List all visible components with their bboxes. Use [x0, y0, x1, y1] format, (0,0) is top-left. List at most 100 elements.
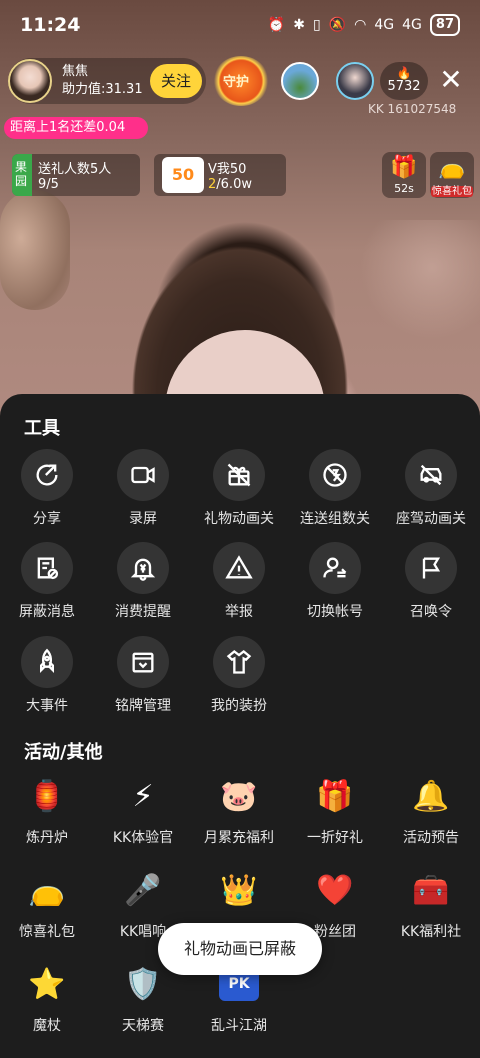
crown-icon: 👑 [220, 872, 258, 908]
tool-share[interactable]: 分享 [1, 449, 93, 528]
tool-big-events[interactable]: 大事件 [1, 636, 93, 715]
activity-label: 炼丹炉 [26, 830, 68, 846]
viewer-avatar[interactable] [336, 62, 374, 100]
activity-magic-wand[interactable]: ⭐ 魔杖 [1, 960, 93, 1035]
activity-label: 惊喜礼包 [19, 924, 75, 940]
activity-elixir-furnace[interactable]: 🏮 炼丹炉 [1, 772, 93, 847]
tool-label: 礼物动画关 [204, 511, 274, 527]
tool-label: 连送组数关 [300, 511, 370, 527]
lamp-glow [0, 190, 70, 310]
host-text: 焦焦 助力值:31.31 [62, 63, 143, 99]
pink-pet-icon: 🐷 [220, 778, 258, 814]
alarm-icon: ⏰ [267, 17, 286, 33]
activity-crown[interactable]: 👑 [193, 866, 285, 921]
signal-icon: 4G [374, 17, 395, 33]
activity-preview[interactable]: 🔔 活动预告 [385, 772, 477, 847]
flame-icon: 🔥 [396, 66, 412, 80]
activity-label: 一折好礼 [307, 830, 363, 846]
host-info-card[interactable]: 焦焦 助力值:31.31 关注 [8, 58, 206, 104]
furnace-icon: 🏮 [28, 778, 66, 814]
clock: 11:24 [20, 14, 81, 36]
red-bag-icon: 👝 [28, 872, 66, 908]
heat-value: 5732 [387, 79, 421, 94]
tool-car-animation-toggle[interactable]: 座驾动画关 [385, 449, 477, 528]
battery-icon: 87 [429, 14, 460, 36]
host-score: 助力值:31.31 [62, 82, 143, 97]
tool-block-messages[interactable]: 屏蔽消息 [1, 542, 93, 621]
gift-pack-label: 惊喜礼包 [431, 186, 473, 197]
tool-switch-account[interactable]: 切换帐号 [289, 542, 381, 621]
signal-icon: 4G [402, 17, 422, 33]
microphone-icon: 🎤 [124, 872, 162, 908]
tool-label: 切换帐号 [307, 604, 363, 620]
vip-progress: 2/6.0w [208, 177, 252, 192]
activity-label: KK福利社 [400, 924, 462, 940]
follow-button[interactable]: 关注 [150, 64, 202, 98]
chest-timer: 52s [394, 182, 414, 195]
tool-label: 分享 [33, 511, 61, 527]
task-progress: 9/5 [38, 177, 59, 192]
lightning-badge-icon: ⚡ [132, 778, 154, 814]
host-name: 焦焦 [62, 64, 89, 79]
tool-label: 我的装扮 [211, 698, 267, 714]
activity-discount-gift[interactable]: 🎁 一折好礼 [289, 772, 381, 847]
heat-counter[interactable]: 🔥 5732 [380, 62, 428, 100]
activity-label: 天梯赛 [122, 1018, 164, 1034]
rank-banner[interactable]: 距离上1名还差0.04 [4, 117, 148, 139]
tool-my-outfit[interactable]: 我的装扮 [193, 636, 285, 715]
heart-icon: ❤️ [316, 872, 354, 908]
tool-label: 屏蔽消息 [19, 604, 75, 620]
activity-kk-welfare[interactable]: 🧰 KK福利社 [385, 866, 477, 941]
tool-screen-record[interactable]: 录屏 [97, 449, 189, 528]
activity-label: 活动预告 [403, 830, 459, 846]
activity-label: 乱斗江湖 [211, 1018, 267, 1034]
tool-label: 召唤令 [410, 604, 452, 620]
tool-label: 录屏 [129, 511, 157, 527]
mute-icon: 🔕 [328, 17, 347, 33]
room-id: KK 161027548 [368, 102, 457, 116]
surprise-gift-pack[interactable]: 👝 惊喜礼包 [430, 152, 474, 198]
vip-task[interactable]: 50 V我50 2/6.0w [154, 154, 286, 196]
tool-label: 消费提醒 [115, 604, 171, 620]
orchard-task[interactable]: 果园 送礼人数5人 9/5 [12, 154, 140, 196]
chest-icon: 🎁 [390, 155, 418, 180]
activity-kk-tester[interactable]: ⚡ KK体验官 [97, 772, 189, 847]
tools-section-title: 工具 [24, 418, 60, 439]
star-wand-icon: ⭐ [28, 966, 66, 1002]
switch-account-icon [309, 542, 361, 594]
status-icons: ⏰ ✱ ▯ 🔕 ◠ 4G 4G 87 [268, 14, 460, 36]
vip-progress-total: /6.0w [216, 177, 252, 192]
activity-label: KK体验官 [112, 830, 174, 846]
viewer-avatar[interactable] [281, 62, 319, 100]
calendar-bell-icon: 🔔 [412, 778, 450, 814]
tool-spending-reminder[interactable]: 消费提醒 [97, 542, 189, 621]
block-message-icon [21, 542, 73, 594]
host-avatar[interactable] [8, 59, 52, 103]
bluetooth-icon: ✱ [293, 17, 305, 33]
tool-report[interactable]: 举报 [193, 542, 285, 621]
nameplate-icon [117, 636, 169, 688]
guard-badge[interactable]: 守护 [213, 56, 269, 106]
vip-title: V我50 [208, 162, 247, 177]
tool-label: 举报 [225, 604, 253, 620]
activity-monthly-recharge[interactable]: 🐷 月累充福利 [193, 772, 285, 847]
tool-nameplate[interactable]: 铭牌管理 [97, 636, 189, 715]
toast-message: 礼物动画已屏蔽 [158, 923, 322, 975]
activity-surprise-pack[interactable]: 👝 惊喜礼包 [1, 866, 93, 941]
guard-label: 守护 [223, 75, 250, 90]
tool-summon[interactable]: 召唤令 [385, 542, 477, 621]
vip-badge: 50 [162, 157, 204, 193]
flag-icon [405, 542, 457, 594]
red-bag-icon: 👝 [438, 155, 466, 180]
vibrate-icon: ▯ [313, 17, 321, 33]
tool-gift-animation-toggle[interactable]: 礼物动画关 [193, 449, 285, 528]
warning-icon [213, 542, 265, 594]
treasure-chest-timer[interactable]: 🎁 52s [382, 152, 426, 198]
tool-combo-toggle[interactable]: 连送组数关 [289, 449, 381, 528]
share-icon [21, 449, 73, 501]
bell-yen-icon [117, 542, 169, 594]
rocket-icon [21, 636, 73, 688]
close-icon[interactable]: ✕ [436, 62, 466, 98]
task-title: 送礼人数5人 [38, 162, 112, 177]
video-icon [117, 449, 169, 501]
